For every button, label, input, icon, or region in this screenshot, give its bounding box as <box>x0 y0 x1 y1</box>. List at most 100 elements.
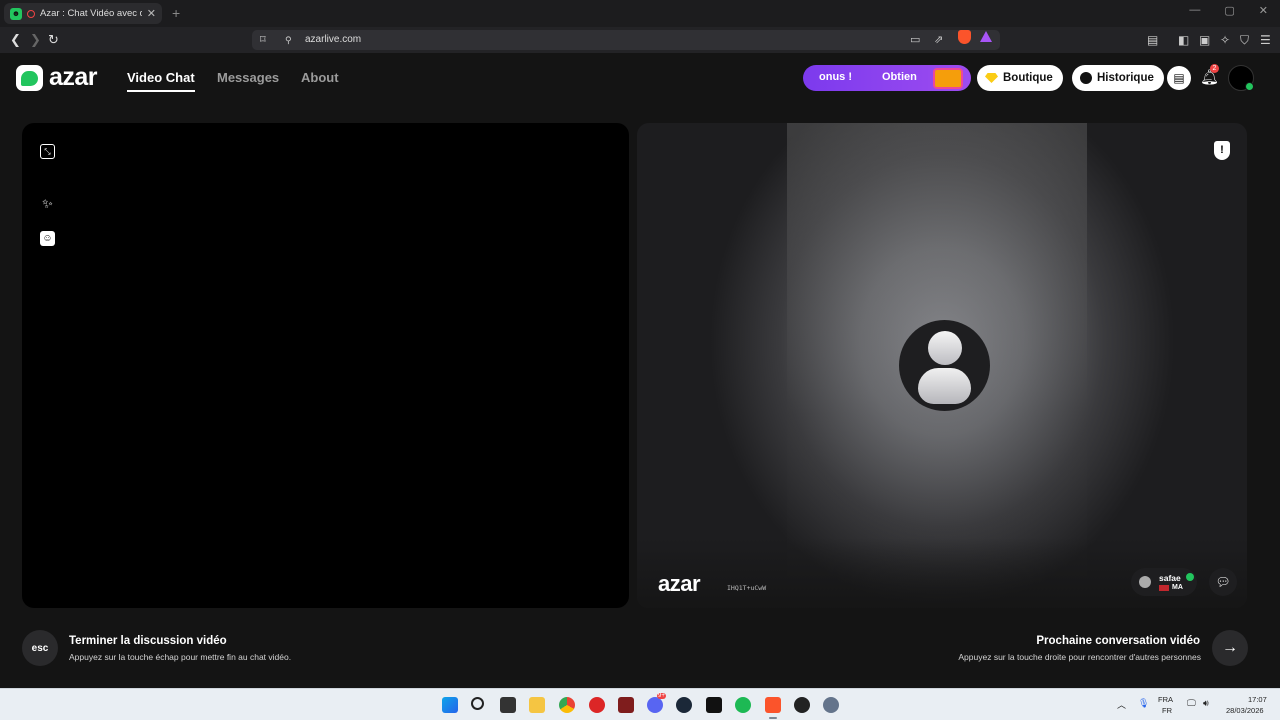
chevron-up-icon[interactable]: ︿ <box>1117 698 1126 711</box>
chat-button[interactable]: 💬︎ <box>1209 568 1237 596</box>
cast-icon[interactable]: ▭ <box>910 33 920 46</box>
close-tab-icon[interactable]: ✕ <box>147 7 156 20</box>
promo-text-right: Obtien <box>882 71 917 83</box>
new-tab-icon[interactable]: + <box>172 5 180 21</box>
verified-icon <box>1186 573 1194 581</box>
tab-title: Azar : Chat Vidéo avec de no <box>40 8 142 19</box>
brave-rewards-icon[interactable] <box>980 31 992 42</box>
avatar-body <box>918 368 971 404</box>
discord-icon[interactable] <box>647 697 663 713</box>
chrome-icon[interactable] <box>559 697 575 713</box>
leo-ai-icon[interactable]: ✧ <box>1220 33 1230 47</box>
chat-bubble-icon: 💬︎ <box>1215 575 1231 589</box>
minimize-video-icon[interactable]: ⤡ <box>40 144 55 159</box>
minimize-icon[interactable]: — <box>1189 4 1200 17</box>
reload-icon[interactable]: ↻ <box>48 32 59 48</box>
windows-taskbar: 9+ ︿ 🎙︎ FRA FR 🖵︎ 🔊︎ 17:07 28/03/2026 <box>0 688 1280 720</box>
browser-tab[interactable]: ☻ Azar : Chat Vidéo avec de no ✕ <box>4 3 162 24</box>
self-video-panel <box>22 123 629 608</box>
discord-badge: 9+ <box>657 693 666 699</box>
settings-icon[interactable] <box>823 697 839 713</box>
shop-button[interactable]: Boutique <box>977 65 1063 91</box>
screen: ☻ Azar : Chat Vidéo avec de no ✕ + — ▢ ✕… <box>0 0 1280 720</box>
next-chat-button[interactable]: → <box>1212 630 1248 666</box>
sticker-icon[interactable]: ☺ <box>40 231 55 246</box>
country-flag-icon <box>1159 585 1169 591</box>
nav-messages[interactable]: Messages <box>217 70 279 85</box>
volume-icon[interactable]: 🔊︎ <box>1203 698 1209 709</box>
steam-icon[interactable] <box>676 697 692 713</box>
url-text: azarlive.com <box>305 34 362 45</box>
history-button[interactable]: Historique <box>1072 65 1164 91</box>
peer-avatar-icon <box>1139 576 1151 588</box>
browser-tabbar: ☻ Azar : Chat Vidéo avec de no ✕ + — ▢ ✕ <box>0 0 1280 27</box>
file-explorer-icon[interactable] <box>529 697 545 713</box>
affinity-icon[interactable] <box>618 697 634 713</box>
video-watermark-logo: azar <box>658 571 701 596</box>
end-chat-hint: Appuyez sur la touche échap pour mettre … <box>69 652 292 662</box>
shop-label: Boutique <box>1003 72 1053 84</box>
clock-icon <box>1080 72 1092 84</box>
wallet-icon[interactable]: ▣ <box>1199 33 1210 47</box>
video-watermark-id: IHQ1T+uCwW <box>727 584 767 592</box>
app-header: azar Video Chat Messages About onus ! Ob… <box>0 53 1280 103</box>
reader-icon[interactable]: ▤ <box>1147 33 1158 47</box>
clock-time[interactable]: 17:07 <box>1248 695 1267 704</box>
maximize-icon[interactable]: ▢ <box>1224 4 1234 17</box>
end-chat-title: Terminer la discussion vidéo <box>69 635 227 647</box>
address-bar[interactable]: ⌑ ⚲ azarlive.com ▭ ⇗ <box>252 30 1000 50</box>
search-icon[interactable] <box>471 697 484 710</box>
brave-icon[interactable] <box>765 697 781 713</box>
task-view-icon[interactable] <box>500 697 516 713</box>
start-menu-icon[interactable] <box>442 697 458 713</box>
site-info-icon[interactable]: ⚲ <box>285 35 292 46</box>
end-chat-button[interactable]: esc <box>22 630 58 666</box>
avatar-head <box>928 331 962 365</box>
keyboard-layout[interactable]: FR <box>1162 706 1172 715</box>
archive-icon: ▤ <box>1173 71 1185 85</box>
forward-icon[interactable]: ❯ <box>30 32 41 48</box>
share-icon[interactable]: ⇗ <box>934 33 943 46</box>
vpn-icon[interactable]: ⛉ <box>1240 33 1249 48</box>
app-icon[interactable] <box>589 697 605 713</box>
peer-country: MA <box>1172 584 1183 591</box>
peer-default-avatar <box>899 320 990 411</box>
clock-date[interactable]: 28/03/2026 <box>1226 706 1264 715</box>
obs-icon[interactable] <box>794 697 810 713</box>
browser-toolbar: ❮ ❯ ↻ ⌑ ⚲ azarlive.com ▭ ⇗ ▤ ◧ ▣ ✧ ⛉ ☰ <box>0 27 1280 53</box>
capcut-icon[interactable] <box>706 697 722 713</box>
next-chat-title: Prochaine conversation vidéo <box>1036 635 1200 647</box>
promo-text-left: onus ! <box>819 71 852 83</box>
microphone-icon[interactable]: 🎙︎ <box>1138 698 1149 709</box>
language-code[interactable]: FRA <box>1158 695 1173 704</box>
online-status-dot <box>1245 82 1254 91</box>
gem-icon <box>985 73 998 83</box>
report-icon[interactable]: ! <box>1214 141 1230 160</box>
promo-banner[interactable]: onus ! Obtien <box>803 65 971 91</box>
menu-icon[interactable]: ☰ <box>1260 33 1271 47</box>
next-chat-hint: Appuyez sur la touche droite pour rencon… <box>958 652 1201 662</box>
inbox-button[interactable]: ▤ <box>1167 66 1191 90</box>
treasure-chest-icon <box>933 68 963 89</box>
peer-profile-chip[interactable]: safae MA <box>1131 568 1197 596</box>
sidebar-icon[interactable]: ◧ <box>1178 33 1189 47</box>
network-icon[interactable]: 🖵︎ <box>1187 698 1196 709</box>
arrow-right-icon: → <box>1222 639 1238 656</box>
notification-badge: 2 <box>1210 64 1219 73</box>
peer-name: safae <box>1159 573 1181 583</box>
back-icon[interactable]: ❮ <box>10 32 21 48</box>
history-label: Historique <box>1097 72 1154 84</box>
peer-video-panel: ! azar IHQ1T+uCwW safae MA 💬︎ <box>637 123 1247 608</box>
spotify-icon[interactable] <box>735 697 751 713</box>
azar-logo-icon[interactable] <box>16 65 43 91</box>
nav-video-chat[interactable]: Video Chat <box>127 70 195 85</box>
magic-wand-icon[interactable]: ✨︎ <box>40 196 55 211</box>
brave-shield-icon[interactable] <box>958 30 971 44</box>
close-window-icon[interactable]: ✕ <box>1259 4 1268 17</box>
active-app-indicator <box>769 717 777 719</box>
recording-icon <box>27 9 35 18</box>
nav-about[interactable]: About <box>301 70 339 85</box>
bookmark-icon[interactable]: ⌑ <box>260 33 266 46</box>
window-controls: — ▢ ✕ <box>1189 4 1268 17</box>
azar-logo-text[interactable]: azar <box>49 63 98 92</box>
